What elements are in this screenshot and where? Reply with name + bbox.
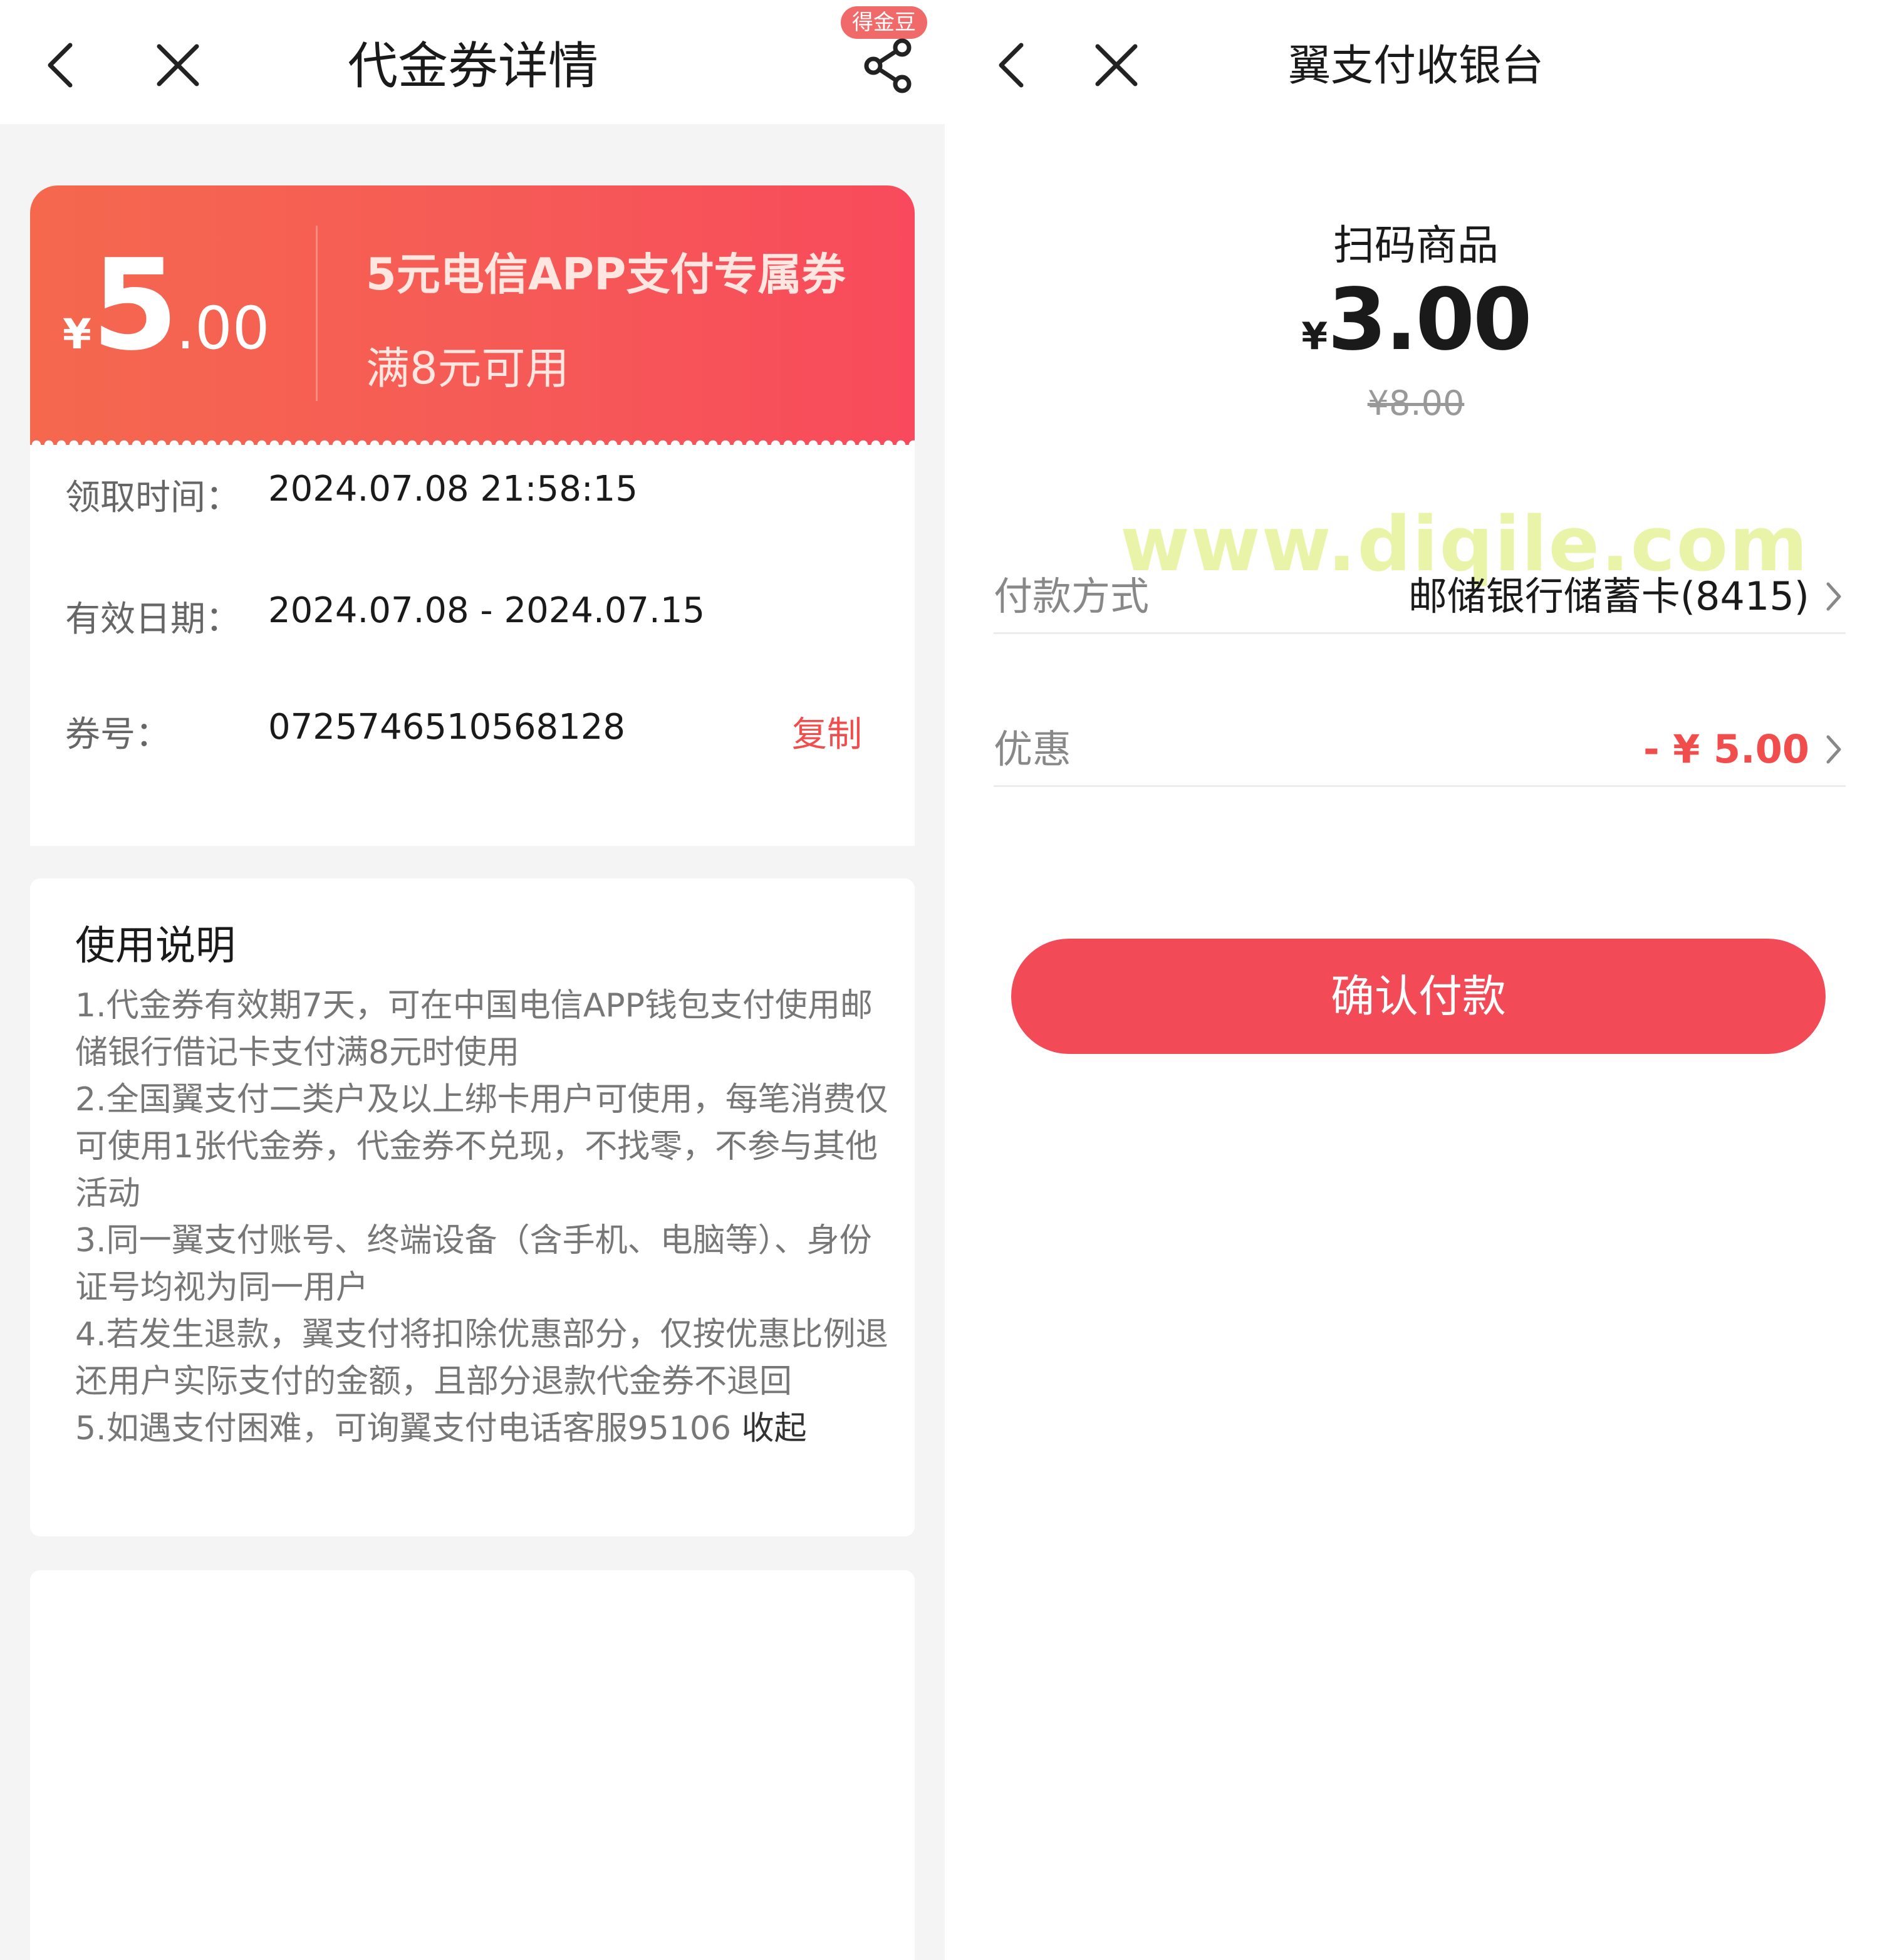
blank-card [30,1570,915,1960]
usage-item-last: 5.如遇支付困难，可询翼支付电话客服95106 收起 [75,1405,902,1452]
usage-title: 使用说明 [75,923,236,969]
price-currency-symbol: ¥ [1301,315,1328,358]
valid-date-row: 有效日期： 2024.07.08 - 2024.07.15 [30,590,915,648]
page-title: 代金券详情 [348,37,598,95]
coupon-code-row: 券号： 0725746510568128 复制 [30,707,915,763]
coupon-code-label: 券号： [65,714,170,755]
usage-item: 3.同一翼支付账号、终端设备（含手机、电脑等）、身份证号均视为同一用户 [75,1222,872,1306]
coupon-condition: 满8元可用 [366,343,569,394]
price-amount: 3.00 [1328,271,1532,370]
share-icon[interactable] [860,38,922,94]
valid-date-label: 有效日期： [65,599,241,640]
cashier-screen: 翼支付收银台 扫码商品 ¥3.00 ¥8.00 www.diqile.com 付… [945,0,1887,1960]
usage-item: 2.全国翼支付二类户及以上绑卡用户可使用，每笔消费仅可使用1张代金券，代金券不兑… [75,1081,888,1212]
currency-symbol: ¥ [63,310,91,358]
chevron-right-icon [1826,582,1841,611]
amount-integer: 5 [91,232,179,378]
claim-time-value: 2024.07.08 21:58:15 [268,469,638,509]
coupon-amount: ¥5.00 [63,243,270,368]
confirm-payment-button[interactable]: 确认付款 [1011,939,1826,1054]
valid-date-value: 2024.07.08 - 2024.07.15 [268,590,705,631]
gold-bean-badge[interactable]: 得金豆 [841,6,927,39]
collapse-link[interactable]: 收起 [742,1410,807,1447]
amount-decimal: .00 [176,295,270,363]
usage-list: 1.代金券有效期7天，可在中国电信APP钱包支付使用邮储银行借记卡支付满8元时使… [75,983,902,1452]
payable-price: ¥3.00 [945,271,1887,370]
screenshot-root: 代金券详情 得金豆 ¥5.00 5元电信APP支付专属券 满8元可用 领取时间：… [0,0,1887,1960]
coupon-info-card: 领取时间： 2024.07.08 21:58:15 有效日期： 2024.07.… [30,445,915,846]
discount-row[interactable]: 优惠 - ¥ 5.00 [994,712,1846,787]
original-price: ¥8.00 [1367,383,1465,423]
payment-method-value: 邮储银行储蓄卡(8415) [1408,573,1809,619]
coupon-scalloped-edge [30,436,915,445]
product-name: 扫码商品 [1333,221,1499,269]
usage-instructions-card: 使用说明 1.代金券有效期7天，可在中国电信APP钱包支付使用邮储银行借记卡支付… [30,878,915,1536]
claim-time-label: 领取时间： [65,477,241,518]
back-icon[interactable] [38,35,88,95]
payment-method-label: 付款方式 [994,573,1150,619]
coupon-divider [316,226,318,401]
coupon-detail-screen: 代金券详情 得金豆 ¥5.00 5元电信APP支付专属券 满8元可用 领取时间：… [0,0,945,1960]
page-title: 翼支付收银台 [1287,41,1544,91]
coupon-card: ¥5.00 5元电信APP支付专属券 满8元可用 [30,185,915,445]
usage-item: 5.如遇支付困难，可询翼支付电话客服95106 [75,1410,742,1447]
payment-method-row[interactable]: 付款方式 邮储银行储蓄卡(8415) [994,559,1846,634]
discount-value: - ¥ 5.00 [1643,726,1809,772]
copy-button[interactable]: 复制 [792,707,862,763]
coupon-code-value: 0725746510568128 [268,707,626,748]
usage-item: 1.代金券有效期7天，可在中国电信APP钱包支付使用邮储银行借记卡支付满8元时使… [75,987,873,1071]
chevron-right-icon [1826,735,1841,764]
coupon-title: 5元电信APP支付专属券 [366,249,846,300]
left-navbar: 代金券详情 得金豆 [0,0,945,124]
usage-item: 4.若发生退款，翼支付将扣除优惠部分，仅按优惠比例退还用户实际支付的金额，且部分… [75,1316,888,1400]
claim-time-row: 领取时间： 2024.07.08 21:58:15 [30,469,915,526]
discount-label: 优惠 [994,726,1072,772]
